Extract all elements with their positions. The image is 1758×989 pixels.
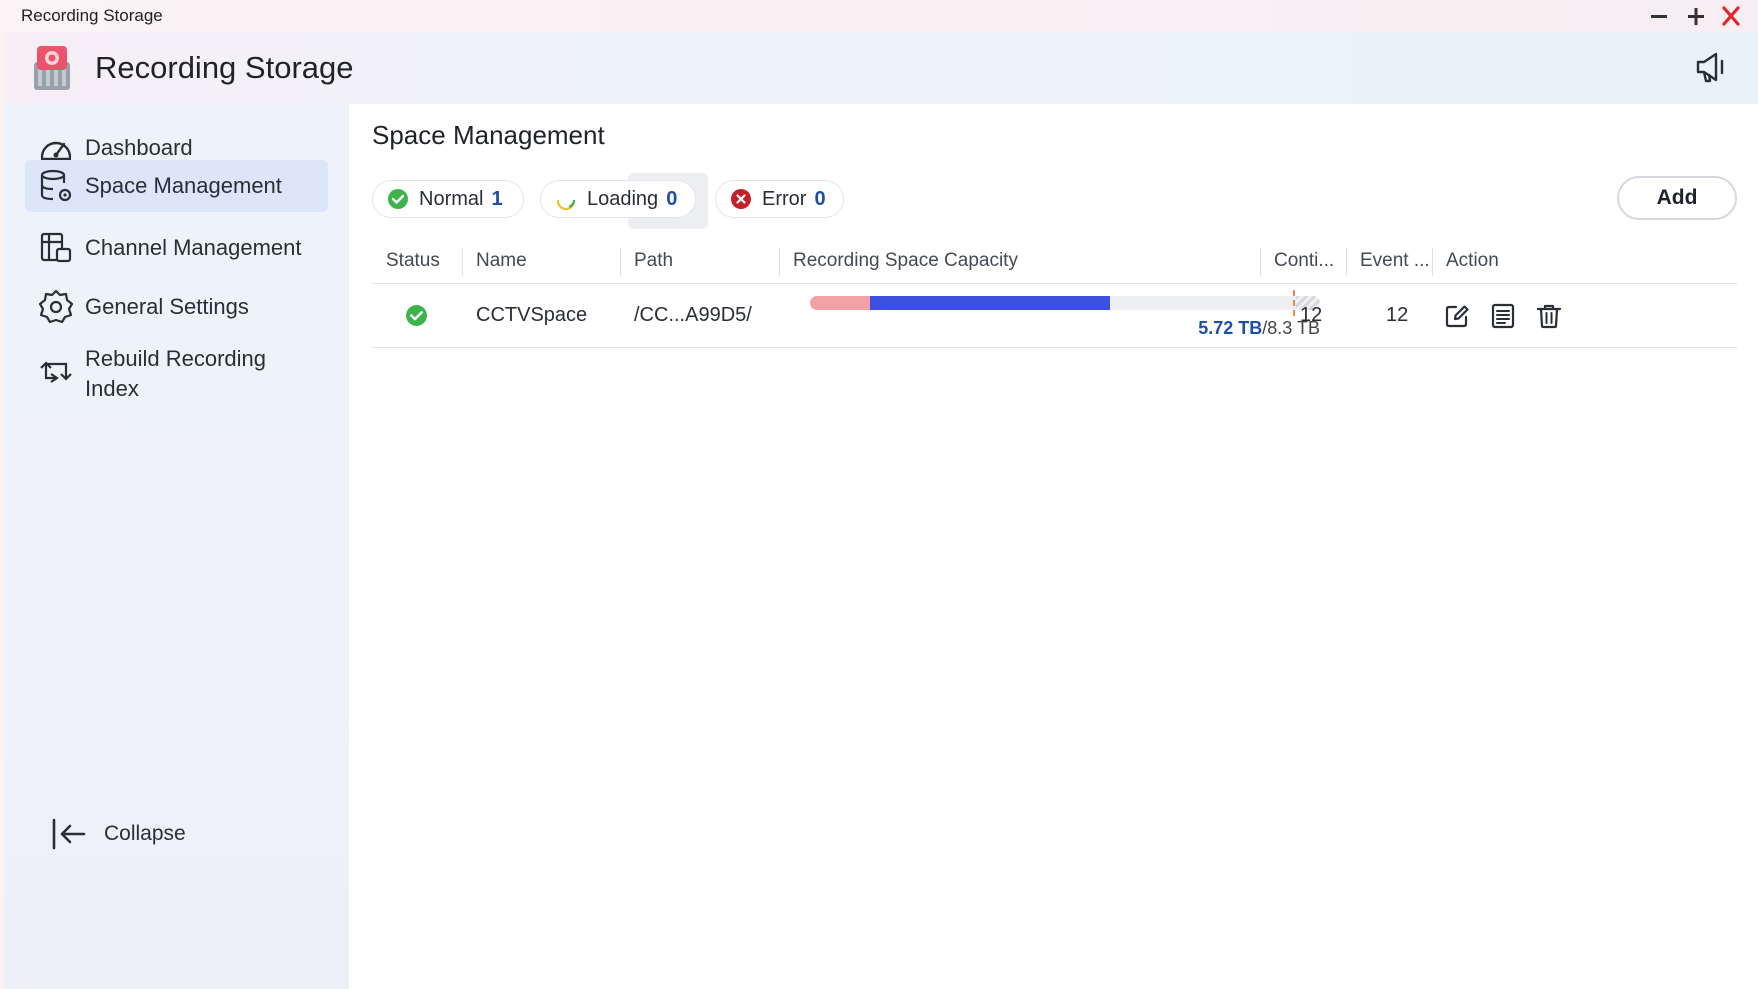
sidebar-item-label: Space Management xyxy=(85,173,282,198)
window-titlebar: Recording Storage xyxy=(0,0,1758,32)
space-table: Status Name Path Recording Space Capacit… xyxy=(372,238,1738,348)
filter-loading[interactable]: Loading 0 xyxy=(540,180,696,218)
close-icon[interactable] xyxy=(1718,4,1744,28)
gear-icon xyxy=(37,288,75,326)
edit-icon[interactable] xyxy=(1443,302,1471,330)
cell-continuous: 12 xyxy=(1300,304,1323,326)
maximize-icon[interactable] xyxy=(1683,4,1709,28)
sidebar-item-space-management[interactable]: Space Management xyxy=(25,160,328,212)
channel-list-icon xyxy=(37,229,75,267)
filter-count: 0 xyxy=(814,187,826,210)
table-header: Status Name Path Recording Space Capacit… xyxy=(372,238,1738,284)
check-circle-icon xyxy=(406,305,427,326)
table-row[interactable]: CCTVSpace /CC...A99D5/ 5.72 TB/8.3 TB 12… xyxy=(372,284,1738,348)
capacity-bar-segment-reserved xyxy=(810,296,870,310)
page-title: Space Management xyxy=(372,120,605,150)
capacity-text: 5.72 TB/8.3 TB xyxy=(1178,318,1320,339)
filter-error[interactable]: Error 0 xyxy=(715,180,844,218)
cell-path: /CC...A99D5/ xyxy=(634,304,752,326)
column-divider[interactable] xyxy=(1432,248,1433,276)
collapse-icon xyxy=(52,818,86,850)
filter-label: Error xyxy=(762,187,807,210)
sidebar-item-label: Rebuild Recording Index xyxy=(85,346,266,401)
column-header-path[interactable]: Path xyxy=(634,250,673,272)
rebuild-icon xyxy=(37,352,75,390)
column-header-continuous[interactable]: Conti... xyxy=(1274,250,1334,272)
column-header-status[interactable]: Status xyxy=(386,250,440,272)
x-circle-icon xyxy=(731,189,751,209)
cell-name: CCTVSpace xyxy=(476,304,588,326)
column-header-action: Action xyxy=(1446,250,1499,271)
filter-label: Normal xyxy=(419,187,484,210)
filter-normal[interactable]: Normal 1 xyxy=(372,180,524,218)
app-title: Recording Storage xyxy=(95,50,354,85)
sidebar-item-channel-management[interactable]: Channel Management xyxy=(25,222,328,274)
column-divider[interactable] xyxy=(1346,248,1347,276)
sidebar: Dashboard Space Management Channel Manag… xyxy=(4,104,349,989)
app-header: Recording Storage xyxy=(4,32,1758,104)
column-divider[interactable] xyxy=(1260,248,1261,276)
capacity-bar xyxy=(810,296,1320,310)
sidebar-item-general-settings[interactable]: General Settings xyxy=(25,281,328,333)
filter-count: 1 xyxy=(491,187,503,210)
database-gear-icon xyxy=(37,167,75,205)
sidebar-item-label: General Settings xyxy=(85,294,249,319)
sidebar-item-label: Channel Management xyxy=(85,235,302,260)
column-header-event[interactable]: Event ... xyxy=(1360,250,1430,272)
main-content: Space Management Normal 1 Loading 0 Erro… xyxy=(349,104,1758,989)
column-header-name[interactable]: Name xyxy=(476,250,527,272)
add-button[interactable]: Add xyxy=(1617,176,1737,220)
filter-label: Loading xyxy=(587,187,659,210)
megaphone-icon[interactable] xyxy=(1694,50,1730,84)
sidebar-item-label: Dashboard xyxy=(85,135,193,160)
column-divider[interactable] xyxy=(779,248,780,276)
cell-event: 12 xyxy=(1386,304,1409,326)
capacity-used: 5.72 TB xyxy=(1198,318,1263,338)
column-header-capacity[interactable]: Recording Space Capacity xyxy=(793,250,1018,272)
trash-icon[interactable] xyxy=(1535,302,1563,330)
capacity-threshold-marker xyxy=(1293,290,1295,316)
window-title: Recording Storage xyxy=(21,6,163,25)
column-divider[interactable] xyxy=(620,248,621,276)
collapse-label: Collapse xyxy=(104,822,186,845)
collapse-button[interactable]: Collapse xyxy=(50,816,186,852)
recording-storage-logo-icon xyxy=(30,44,74,92)
capacity-bar-segment-used xyxy=(870,296,1110,310)
spinner-icon xyxy=(556,199,576,210)
minimize-icon[interactable] xyxy=(1646,4,1672,28)
sidebar-item-rebuild-recording-index[interactable]: Rebuild Recording Index xyxy=(25,336,328,406)
list-icon[interactable] xyxy=(1489,302,1517,330)
filter-count: 0 xyxy=(666,187,678,210)
column-divider[interactable] xyxy=(462,248,463,276)
check-circle-icon xyxy=(388,189,408,209)
